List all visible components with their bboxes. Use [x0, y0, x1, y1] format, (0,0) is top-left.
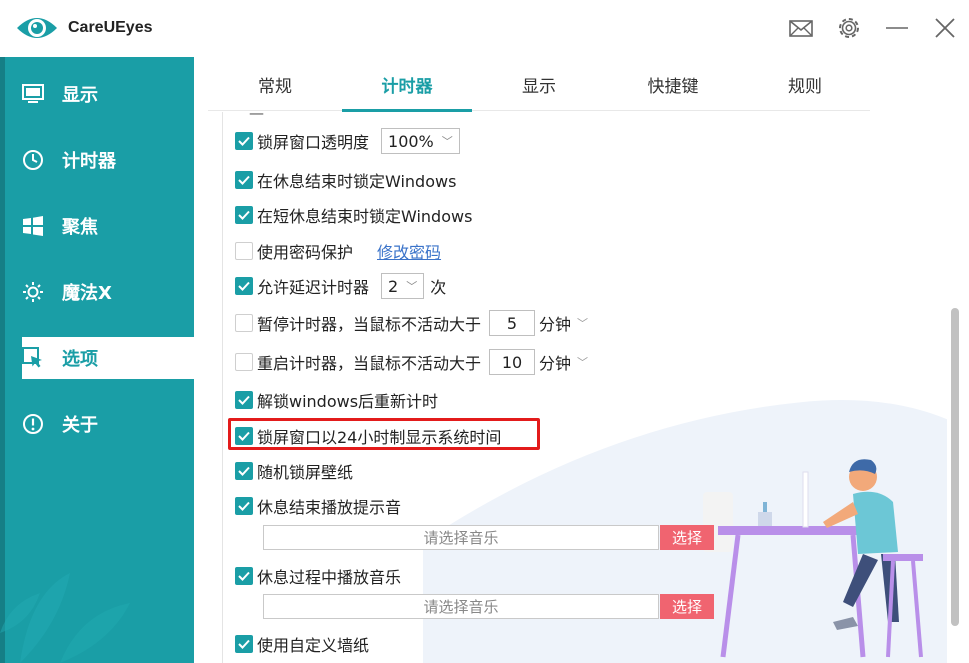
careueyes-window: CareUEyes 显示 计时器 聚焦 魔法X 选项 关于 常规 计时器 显示 …: [0, 0, 969, 663]
option-pause-idle: 暂停计时器，当鼠标不活动大于 5 分钟 ﹀: [235, 310, 588, 336]
sidebar-item-focus[interactable]: 聚焦: [18, 205, 194, 247]
monitor-icon: [22, 83, 44, 105]
sidebar-item-timer[interactable]: 计时器: [18, 139, 194, 181]
option-label: 休息过程中播放音乐: [257, 568, 402, 587]
tab-timer[interactable]: 计时器: [342, 57, 472, 112]
title-bar: CareUEyes: [0, 0, 969, 57]
sidebar-item-label: 显示: [62, 85, 98, 106]
break-music-select-button[interactable]: 选择: [660, 594, 714, 619]
windows-icon: [22, 215, 44, 237]
unit-label: 分钟: [539, 354, 572, 373]
person-at-desk-illustration: [703, 459, 923, 658]
checkbox-lock-opacity[interactable]: [235, 132, 253, 150]
delay-count-select[interactable]: 2 ﹀: [381, 273, 425, 299]
sidebar-item-label: 计时器: [62, 151, 116, 172]
restart-unit-dropdown[interactable]: 分钟 ﹀: [539, 350, 588, 374]
minimize-icon[interactable]: [882, 13, 912, 43]
option-label: 在休息结束时锁定Windows: [257, 172, 457, 191]
option-label: 使用密码保护: [257, 243, 354, 262]
option-label: 锁屏窗口透明度: [257, 133, 370, 152]
end-sound-music-field[interactable]: 请选择音乐: [263, 525, 659, 550]
opacity-select[interactable]: 100% ﹀: [381, 128, 460, 154]
sidebar-item-options[interactable]: 选项: [18, 337, 194, 379]
checkbox-pause-idle[interactable]: [235, 314, 253, 332]
close-icon[interactable]: [930, 13, 960, 43]
sun-icon: [22, 281, 44, 303]
opacity-value: 100%: [388, 131, 434, 151]
option-label: 休息结束播放提示音: [257, 498, 402, 517]
checkbox-end-sound[interactable]: [235, 497, 253, 515]
end-sound-select-button[interactable]: 选择: [660, 525, 714, 550]
option-break-music: 休息过程中播放音乐: [235, 564, 401, 588]
sidebar-item-about[interactable]: 关于: [18, 403, 194, 445]
tab-hotkeys[interactable]: 快捷键: [608, 57, 738, 111]
pause-minutes-input[interactable]: 5: [489, 310, 536, 336]
scrollbar-thumb[interactable]: [951, 308, 959, 626]
sidebar-item-label: 选项: [62, 349, 98, 370]
option-label: 解锁windows后重新计时: [257, 392, 439, 411]
sidebar-item-label: 魔法X: [62, 283, 112, 304]
options-panel: — 锁屏窗口透明度 100% ﹀ 在休息结束时锁定Windows 在短休息结束时锁…: [222, 112, 947, 663]
option-label: 暂停计时器，当鼠标不活动大于: [257, 315, 482, 334]
cursor-icon: [22, 347, 44, 369]
sidebar-item-magic[interactable]: 魔法X: [18, 271, 194, 313]
option-label: 使用自定义墙纸: [257, 636, 370, 655]
option-custom-wallpaper: 使用自定义墙纸: [235, 632, 369, 656]
checkbox-lock-after-short[interactable]: [235, 206, 253, 224]
info-icon: [22, 413, 44, 435]
checkbox-reset-unlock[interactable]: [235, 391, 253, 409]
delay-count-value: 2: [388, 276, 399, 296]
checkbox-lock-after-break[interactable]: [235, 171, 253, 189]
break-music-field[interactable]: 请选择音乐: [263, 594, 659, 619]
tab-rules[interactable]: 规则: [740, 57, 870, 111]
checkbox-clock24[interactable]: [235, 427, 253, 445]
eye-logo-icon: [17, 18, 57, 38]
option-end-sound: 休息结束播放提示音: [235, 494, 401, 518]
tab-general[interactable]: 常规: [210, 57, 340, 111]
leaf-decoration: [0, 573, 130, 663]
checkbox-break-music[interactable]: [235, 567, 253, 585]
option-delay: 允许延迟计时器 2 ﹀ 次: [235, 273, 447, 299]
chevron-down-icon: ﹀: [577, 317, 589, 330]
option-lock-after-break: 在休息结束时锁定Windows: [235, 168, 456, 192]
option-label: 在短休息结束时锁定Windows: [257, 207, 473, 226]
chevron-down-icon: ﹀: [577, 356, 589, 369]
tab-bar: 常规 计时器 显示 快捷键 规则: [208, 57, 870, 112]
change-password-link[interactable]: 修改密码: [377, 239, 441, 263]
checkbox-custom-wallpaper[interactable]: [235, 635, 253, 653]
gear-icon[interactable]: [834, 13, 864, 43]
sidebar: 显示 计时器 聚焦 魔法X 选项 关于: [0, 57, 194, 663]
clipped-previous-option: —: [249, 112, 264, 122]
option-random-wallpaper: 随机锁屏壁纸: [235, 459, 353, 483]
restart-minutes-input[interactable]: 10: [489, 349, 536, 375]
option-lock-after-short: 在短休息结束时锁定Windows: [235, 203, 472, 227]
delay-unit: 次: [430, 278, 447, 297]
option-label: 随机锁屏壁纸: [257, 463, 354, 482]
option-lock-opacity: 锁屏窗口透明度 100% ﹀: [235, 128, 460, 154]
checkbox-random-wallpaper[interactable]: [235, 462, 253, 480]
clock-icon: [22, 149, 44, 171]
checkbox-restart-idle[interactable]: [235, 353, 253, 371]
mail-icon[interactable]: [786, 13, 816, 43]
checkbox-delay[interactable]: [235, 277, 253, 295]
option-password: 使用密码保护 修改密码: [235, 239, 441, 263]
chevron-down-icon: ﹀: [441, 135, 453, 148]
chevron-down-icon: ﹀: [406, 280, 418, 293]
tab-display[interactable]: 显示: [474, 57, 604, 111]
pause-unit-dropdown[interactable]: 分钟 ﹀: [539, 311, 588, 335]
sidebar-item-label: 关于: [62, 415, 98, 436]
option-restart-idle: 重启计时器，当鼠标不活动大于 10 分钟 ﹀: [235, 349, 588, 375]
option-label: 重启计时器，当鼠标不活动大于: [257, 354, 482, 373]
sidebar-item-label: 聚焦: [62, 217, 98, 238]
app-title: CareUEyes: [68, 19, 153, 36]
checkbox-password[interactable]: [235, 242, 253, 260]
option-label: 允许延迟计时器: [257, 278, 370, 297]
sidebar-item-display[interactable]: 显示: [18, 73, 194, 115]
option-clock24: 锁屏窗口以24小时制显示系统时间: [235, 424, 501, 448]
unit-label: 分钟: [539, 315, 572, 334]
option-label: 锁屏窗口以24小时制显示系统时间: [257, 428, 502, 447]
option-reset-unlock: 解锁windows后重新计时: [235, 388, 438, 412]
